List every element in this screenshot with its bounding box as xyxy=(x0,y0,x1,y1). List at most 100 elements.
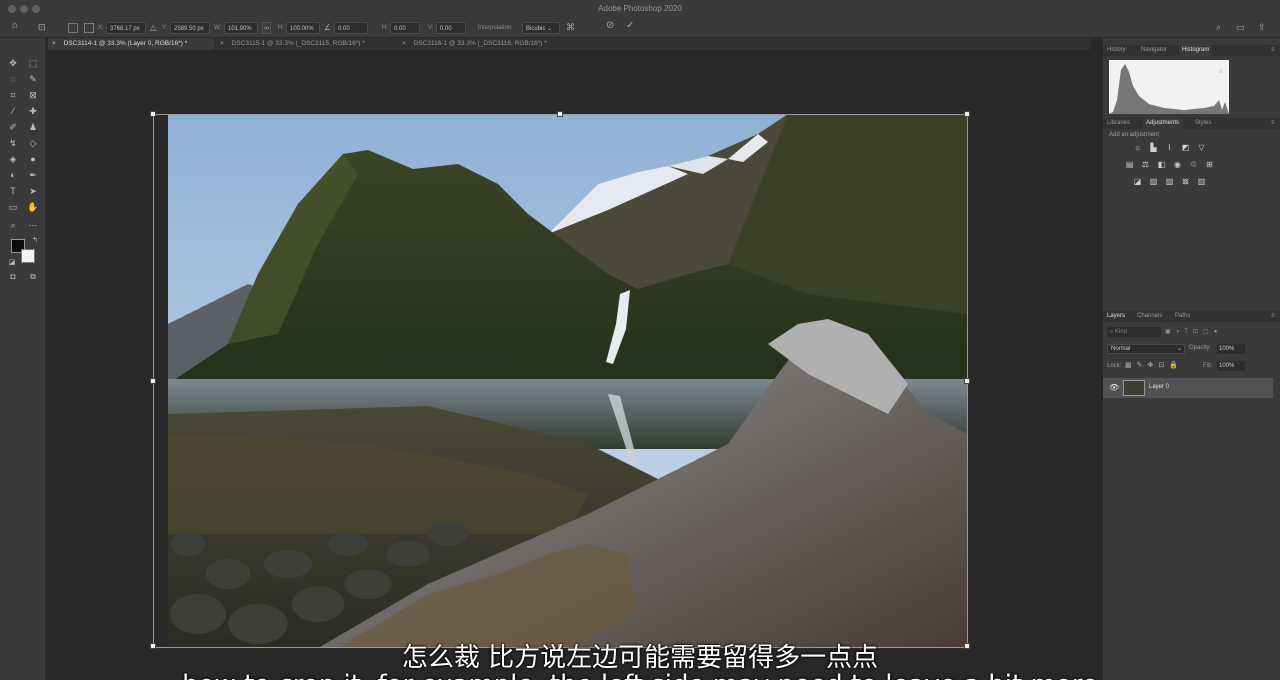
clone-stamp-tool-icon[interactable]: ♟ xyxy=(26,120,40,134)
exposure-icon[interactable]: ◩ xyxy=(1181,143,1190,152)
color-balance-icon[interactable]: ⚖ xyxy=(1141,160,1150,169)
crop-tool-icon[interactable]: ⌗ xyxy=(6,88,20,102)
reference-point-locator-icon[interactable] xyxy=(84,23,94,33)
history-brush-tool-icon[interactable]: ↯ xyxy=(6,136,20,150)
visibility-eye-icon[interactable]: 👁 xyxy=(1109,383,1119,392)
tab-layers[interactable]: Layers xyxy=(1107,311,1125,322)
invert-icon[interactable]: ◪ xyxy=(1133,177,1142,186)
document-tab-1[interactable]: × DSC3114-1 @ 33.3% (Layer 0, RGB/16*) * xyxy=(48,38,214,50)
close-tab-icon[interactable]: × xyxy=(52,40,58,47)
transform-handle-top[interactable] xyxy=(557,111,563,117)
eyedropper-tool-icon[interactable]: ⁄ xyxy=(6,104,20,118)
reference-point-toggle[interactable] xyxy=(68,23,78,33)
brightness-contrast-icon[interactable]: ☼ xyxy=(1133,143,1142,152)
interpolation-select[interactable]: Bicubic ⌄ xyxy=(522,22,560,34)
quick-select-tool-icon[interactable]: ✎ xyxy=(26,72,40,86)
rectangle-tool-icon[interactable]: ▭ xyxy=(6,200,20,214)
layer-thumbnail xyxy=(1123,380,1145,396)
cancel-transform-icon[interactable]: ⊘ xyxy=(606,20,614,32)
angle-field[interactable]: 0.00 xyxy=(334,22,368,34)
tab-styles[interactable]: Styles xyxy=(1195,118,1211,129)
transform-handle-top-left[interactable] xyxy=(150,111,156,117)
gradient-map-icon[interactable]: ⊠ xyxy=(1181,177,1190,186)
background-color-swatch[interactable] xyxy=(21,249,35,263)
close-tab-icon[interactable]: × xyxy=(220,40,226,47)
levels-icon[interactable]: ▙ xyxy=(1149,143,1158,152)
tab-navigator[interactable]: Navigator xyxy=(1141,45,1167,56)
height-field[interactable]: 100.00% xyxy=(286,22,320,34)
black-white-icon[interactable]: ◧ xyxy=(1157,160,1166,169)
width-field[interactable]: 101.90% xyxy=(224,22,258,34)
blur-tool-icon[interactable]: ● xyxy=(26,152,40,166)
vibrance-icon[interactable]: ▽ xyxy=(1197,143,1206,152)
panel-menu-icon[interactable]: ≡ xyxy=(1271,311,1275,322)
posterize-icon[interactable]: ▧ xyxy=(1149,177,1158,186)
document-tab-2[interactable]: × DSC3115-1 @ 33.3% (_DSC3115, RGB/16*) … xyxy=(216,38,394,50)
transform-handle-top-right[interactable] xyxy=(964,111,970,117)
tab-libraries[interactable]: Libraries xyxy=(1107,118,1130,129)
zoom-tool-icon[interactable]: ⌕ xyxy=(6,218,20,232)
swap-colors-icon[interactable]: ↰ xyxy=(28,234,42,248)
share-icon[interactable]: ⇪ xyxy=(1258,21,1266,33)
brush-tool-icon[interactable]: ✐ xyxy=(6,120,20,134)
threshold-icon[interactable]: ▨ xyxy=(1165,177,1174,186)
close-tab-icon[interactable]: × xyxy=(402,40,408,47)
screen-mode-icon[interactable]: ⧉ xyxy=(26,270,40,284)
pen-tool-icon[interactable]: ✒ xyxy=(26,168,40,182)
lasso-tool-icon[interactable]: ◌ xyxy=(6,72,20,86)
fill-field[interactable]: 100% xyxy=(1217,361,1245,371)
selective-color-icon[interactable]: ▥ xyxy=(1197,177,1206,186)
hue-saturation-icon[interactable]: ▤ xyxy=(1125,160,1134,169)
move-tool-icon[interactable]: ✥ xyxy=(6,56,20,70)
x-position-field[interactable]: 3768.17 px xyxy=(106,22,146,34)
eraser-tool-icon[interactable]: ◇ xyxy=(26,136,40,150)
healing-brush-tool-icon[interactable]: ✚ xyxy=(26,104,40,118)
curves-icon[interactable]: ⌇ xyxy=(1165,143,1174,152)
color-lookup-icon[interactable]: ⊞ xyxy=(1205,160,1214,169)
channel-mixer-icon[interactable]: ♲ xyxy=(1189,160,1198,169)
hand-tool-icon[interactable]: ✋ xyxy=(26,200,40,214)
transform-bounding-box[interactable] xyxy=(150,111,970,649)
type-tool-icon[interactable]: T xyxy=(6,184,20,198)
tab-histogram[interactable]: Histogram xyxy=(1179,45,1213,56)
default-colors-icon[interactable]: ◪ xyxy=(5,256,19,270)
home-icon[interactable]: ⌂ xyxy=(12,20,18,32)
opacity-field[interactable]: 100% xyxy=(1217,344,1245,354)
dodge-tool-icon[interactable]: ◐ xyxy=(6,168,20,182)
marquee-tool-icon[interactable]: ⬚ xyxy=(26,56,40,70)
transform-handle-left[interactable] xyxy=(150,378,156,384)
panel-menu-icon[interactable]: ≡ xyxy=(1271,45,1275,56)
lock-icons[interactable]: ▦✎✥⊡🔒 xyxy=(1125,361,1183,369)
link-icon[interactable]: ∞ xyxy=(262,22,271,34)
more-tools-icon[interactable]: ⋯ xyxy=(26,218,40,232)
warning-icon[interactable]: ▲ xyxy=(1217,66,1225,75)
transform-handle-right[interactable] xyxy=(964,378,970,384)
tab-channels[interactable]: Channels xyxy=(1137,311,1162,322)
vertical-skew-field[interactable]: 0.00 xyxy=(436,22,466,34)
paint-bucket-tool-icon[interactable]: ◈ xyxy=(6,152,20,166)
layer-name[interactable]: Layer 0 xyxy=(1149,384,1169,390)
search-icon[interactable]: ⌕ xyxy=(1216,21,1221,33)
document-tab-3[interactable]: × DSC3116-1 @ 33.3% (_DSC3116, RGB/16*) … xyxy=(398,38,578,50)
commit-transform-icon[interactable]: ✓ xyxy=(626,20,634,32)
transform-tool-preset-icon[interactable]: ⊡ xyxy=(38,21,46,33)
tab-paths[interactable]: Paths xyxy=(1175,311,1190,322)
blend-mode-select[interactable]: Normal ⌄ xyxy=(1107,344,1185,354)
layer-filter-icons[interactable]: ▣◑T⊡▢● xyxy=(1165,327,1275,337)
horizontal-skew-field[interactable]: 0.00 xyxy=(390,22,420,34)
tools-panel: ✥ ⬚ ◌ ✎ ⌗ ⊠ ⁄ ✚ ✐ ♟ ↯ ◇ ◈ ● ◐ ✒ T ➤ ▭ ✋ … xyxy=(0,38,46,680)
frame-tool-icon[interactable]: ⊠ xyxy=(26,88,40,102)
workspace-icon[interactable]: ▭ xyxy=(1236,21,1245,33)
panel-menu-icon[interactable]: ≡ xyxy=(1271,118,1275,129)
tab-history[interactable]: History xyxy=(1107,45,1126,56)
warp-mode-icon[interactable]: ⌘ xyxy=(566,21,575,33)
y-position-field[interactable]: 2589.50 px xyxy=(170,22,210,34)
subtitle-english: how to crop it, for example, the left si… xyxy=(0,670,1280,680)
quick-mask-icon[interactable]: ◘ xyxy=(6,270,20,284)
tab-adjustments[interactable]: Adjustments xyxy=(1143,118,1183,129)
photo-filter-icon[interactable]: ◉ xyxy=(1173,160,1182,169)
path-selection-tool-icon[interactable]: ➤ xyxy=(26,184,40,198)
layer-filter-kind[interactable]: ⌕ Kind xyxy=(1107,327,1161,337)
layer-row[interactable]: 👁 Layer 0 xyxy=(1103,378,1273,398)
triangle-icon[interactable]: △ xyxy=(150,22,156,34)
